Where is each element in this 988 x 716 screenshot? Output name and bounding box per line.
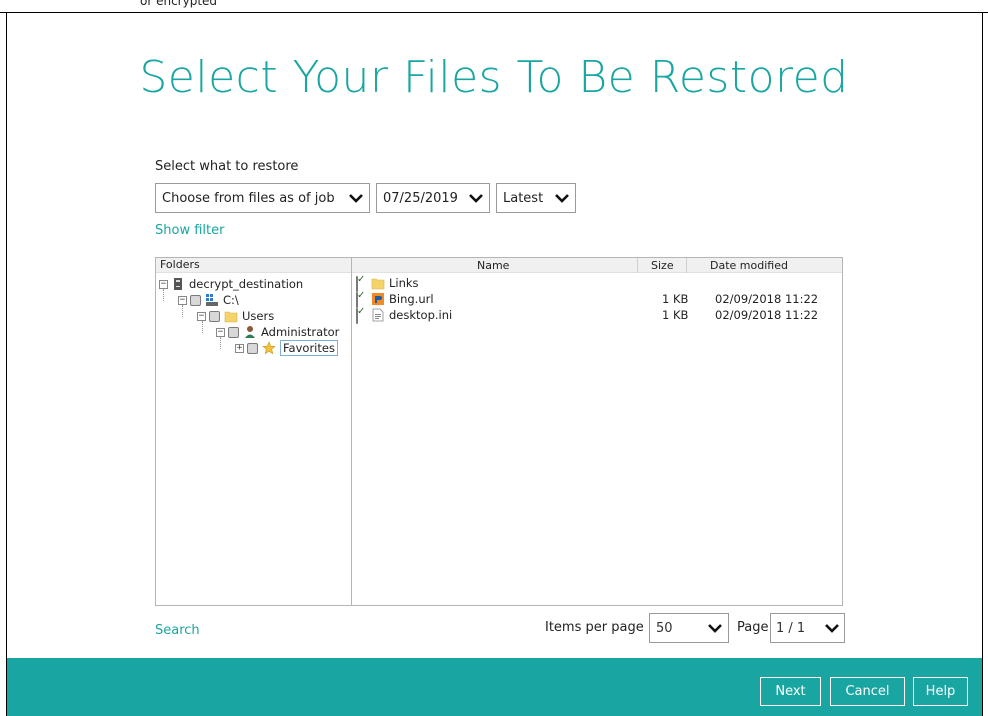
url-file-icon [372, 293, 384, 305]
show-filter-link[interactable]: Show filter [155, 223, 224, 238]
tree-checkbox[interactable] [247, 342, 258, 354]
windows-drive-icon [206, 294, 218, 306]
ini-file-icon [372, 308, 384, 322]
restore-date-dropdown[interactable]: 07/25/2019 [376, 183, 490, 213]
tree-node-label: Administrator [261, 325, 340, 339]
chevron-down-icon [469, 194, 483, 203]
collapse-icon[interactable]: − [197, 311, 206, 321]
chevron-down-icon [825, 624, 839, 633]
file-browser-panel: Folders − decrypt_destination − C:\ − Us… [155, 257, 843, 606]
collapse-icon[interactable]: − [159, 279, 168, 289]
column-header-size[interactable]: Size [651, 259, 674, 272]
file-date: 02/09/2018 11:22 [715, 292, 819, 306]
restore-version-dropdown[interactable]: Latest [496, 183, 576, 213]
restore-mode-dropdown[interactable]: Choose from files as of job [155, 183, 370, 213]
file-size: 1 KB [662, 292, 689, 306]
tree-node-decrypt-destination[interactable]: − decrypt_destination [159, 276, 303, 292]
column-header-name[interactable]: Name [477, 259, 509, 272]
file-checkbox[interactable] [356, 308, 358, 324]
cancel-button[interactable]: Cancel [830, 677, 905, 706]
file-name: desktop.ini [389, 308, 453, 322]
column-header-date[interactable]: Date modified [710, 259, 788, 272]
expand-icon[interactable]: + [235, 343, 244, 353]
file-list-header: Name Size Date modified [352, 258, 842, 273]
collapse-icon[interactable]: − [216, 327, 225, 337]
top-caption: or encrypted [140, 0, 218, 8]
items-per-page-label: Items per page [545, 620, 644, 635]
chevron-down-icon [708, 624, 722, 633]
page-title: Select Your Files To Be Restored [139, 52, 849, 103]
column-separator[interactable] [686, 258, 687, 273]
restore-mode-value: Choose from files as of job [162, 190, 335, 206]
file-row[interactable]: Links [352, 275, 842, 292]
chevron-down-icon [349, 194, 363, 203]
tree-checkbox[interactable] [190, 294, 201, 306]
tree-node-users[interactable]: − Users [197, 308, 274, 324]
drive-icon [174, 278, 182, 290]
folder-icon [224, 311, 238, 323]
tree-checkbox[interactable] [228, 326, 239, 338]
star-icon [262, 341, 276, 355]
file-size: 1 KB [662, 308, 689, 322]
file-date: 02/09/2018 11:22 [715, 308, 819, 322]
tree-node-favorites[interactable]: + Favorites [235, 340, 338, 356]
tree-node-label: Favorites [280, 340, 338, 356]
column-separator[interactable] [637, 258, 638, 273]
user-icon [245, 326, 255, 338]
restore-version-value: Latest [503, 190, 544, 206]
tree-checkbox[interactable] [209, 310, 220, 322]
folder-tree: Folders − decrypt_destination − C:\ − Us… [156, 258, 352, 605]
page-dropdown[interactable]: 1 / 1 [770, 613, 845, 643]
chevron-down-icon [555, 194, 569, 203]
file-row[interactable]: desktop.ini 1 KB 02/09/2018 11:22 [352, 307, 842, 324]
restore-date-value: 07/25/2019 [383, 190, 458, 206]
next-button[interactable]: Next [760, 677, 821, 706]
tree-node-administrator[interactable]: − Administrator [216, 324, 339, 340]
tree-node-c-drive[interactable]: − C:\ [178, 292, 239, 308]
page-value: 1 / 1 [776, 620, 806, 636]
file-name: Links [389, 276, 419, 290]
page-label: Page [737, 620, 769, 635]
tree-node-label: decrypt_destination [189, 277, 304, 291]
help-button[interactable]: Help [913, 677, 968, 706]
items-per-page-dropdown[interactable]: 50 [649, 613, 729, 643]
restore-selection-label: Select what to restore [155, 159, 299, 174]
items-per-page-value: 50 [656, 620, 673, 636]
top-strip: or encrypted [0, 0, 988, 13]
file-list: Name Size Date modified Links Bing.url 1… [352, 258, 842, 605]
search-link[interactable]: Search [155, 623, 200, 638]
folders-header: Folders [156, 258, 351, 273]
file-name: Bing.url [389, 292, 434, 306]
tree-node-label: C:\ [223, 293, 239, 307]
folder-icon [371, 278, 385, 290]
collapse-icon[interactable]: − [178, 295, 187, 305]
tree-node-label: Users [242, 309, 275, 323]
file-row[interactable]: Bing.url 1 KB 02/09/2018 11:22 [352, 291, 842, 308]
